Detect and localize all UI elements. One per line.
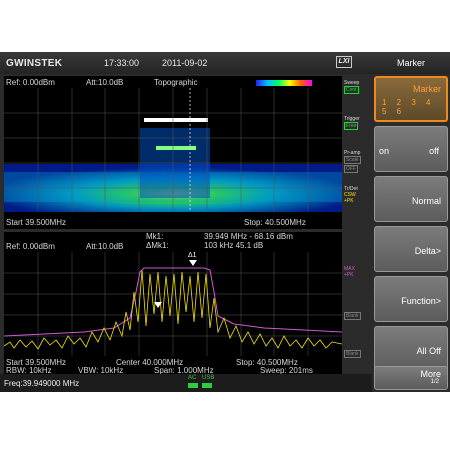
usb-icon (202, 383, 212, 388)
delta-marker1-readout: 103 kHz 45.1 dB (204, 241, 264, 250)
delta-marker-label: Δ1 (188, 252, 197, 259)
trigger-value: Free (344, 122, 359, 130)
menu-title: Marker (396, 58, 425, 68)
marker-select-softkey[interactable]: Marker 1 2 3 4 5 6 (374, 76, 448, 122)
delta-softkey[interactable]: Delta> (374, 226, 448, 272)
marker1-readout: 39.949 MHz - 68.16 dBm (204, 232, 293, 241)
ref-level: Ref: 0.00dBm (6, 242, 55, 251)
off-label: off (429, 146, 439, 156)
trace2-detector: +PK (344, 272, 354, 278)
start-frequency: Start 39.500MHz (6, 218, 67, 227)
trace4-status: Blank (344, 350, 368, 358)
trace3-mode: Blank (344, 312, 361, 320)
color-scale-bar (256, 80, 312, 86)
function-softkey[interactable]: Function> (374, 276, 448, 322)
brand-logo: GWINSTEK (6, 58, 63, 69)
delta-marker-flag (189, 260, 197, 266)
more-softkey[interactable]: More 1/2 (374, 366, 448, 390)
more-page-label: 1/2 (430, 379, 439, 385)
top-status-bar: GWINSTEK 17:33:00 2011-09-02 LXI Marker (0, 52, 450, 74)
usb-indicator: USB (202, 375, 215, 381)
trace1-detector: +PK (344, 198, 354, 204)
preamp-value: OFF (344, 165, 358, 173)
sweep-value: Cont (344, 86, 359, 94)
trace2-status: MAX +PK (344, 266, 368, 278)
spectrum-display: Ref: 0.00dBm Att:10.0dB Mk1: 39.949 MHz … (4, 232, 342, 375)
status-strip: Sweep Cont Trigger Free Pr-amp Scale OFF… (342, 74, 368, 374)
on-label: on (379, 146, 390, 156)
ac-power-indicator: AC (188, 375, 197, 381)
normal-label: Normal (411, 196, 441, 206)
preamp-status: Pr-amp Scale OFF (344, 150, 368, 173)
attenuation: Att:10.0dB (86, 78, 124, 87)
trace4-mode: Blank (344, 350, 361, 358)
preamp-scale: Scale (344, 156, 361, 164)
ref-level: Ref: 0.00dBm (6, 78, 55, 87)
bottom-status-bar: Freq:39.949000 MHz AC USB (0, 374, 372, 392)
trigger-status: Trigger Free (344, 116, 368, 130)
normal-softkey[interactable]: Normal (374, 176, 448, 222)
delta-marker1-label: ΔMk1: (146, 241, 169, 250)
attenuation: Att:10.0dB (86, 242, 124, 251)
more-label: More (420, 369, 441, 379)
delta-label: Delta> (414, 246, 441, 256)
clock-date: 2011-09-02 (162, 58, 208, 68)
clock-time: 17:33:00 (104, 58, 140, 68)
marker-on-off-softkey[interactable]: on off (374, 126, 448, 172)
marker1-label: Mk1: (146, 232, 164, 241)
display-mode: Topographic (154, 78, 198, 87)
lxi-icon: LXI (336, 56, 352, 68)
waterfall-graph (4, 88, 342, 212)
trace3-status: Blank (344, 312, 368, 320)
spectrum-graph: Δ1 (4, 252, 342, 356)
all-off-label: All Off (416, 346, 441, 356)
battery-icon (188, 383, 198, 388)
marker-select-title: Marker (412, 84, 441, 94)
spectrum-analyzer-display: GWINSTEK 17:33:00 2011-09-02 LXI Marker … (0, 52, 450, 392)
topographic-display: Ref: 0.00dBm Att:10.0dB Topographic Star… (4, 76, 342, 229)
stop-frequency: Stop: 40.500MHz (244, 218, 306, 227)
sweep-status: Sweep Cont (344, 80, 368, 94)
marker-numbers: 1 2 3 4 5 6 (382, 98, 435, 116)
trace-detector-status: Tr/Det CSW +PK (344, 186, 368, 204)
softkey-panel: Marker 1 2 3 4 5 6 on off Normal Delta> … (372, 74, 450, 392)
marker-frequency: Freq:39.949000 MHz (4, 379, 80, 388)
function-label: Function> (401, 296, 441, 306)
